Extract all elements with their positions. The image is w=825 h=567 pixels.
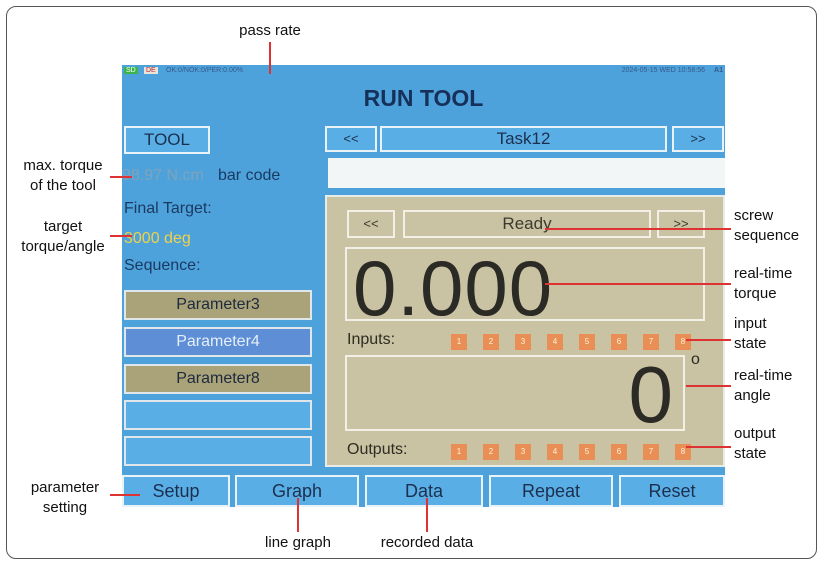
- parameter-button-5[interactable]: [124, 436, 312, 466]
- annotation-max-torque-line1: max. torque: [23, 157, 103, 174]
- task-next-button[interactable]: >>: [672, 126, 724, 152]
- annotation-param-line2: setting: [42, 499, 88, 516]
- leader-line-parameter: [110, 494, 140, 496]
- setup-button[interactable]: Setup: [122, 475, 230, 507]
- sequence-prev-button[interactable]: <<: [347, 210, 395, 238]
- output-7: 7: [643, 444, 659, 460]
- reset-button[interactable]: Reset: [619, 475, 725, 507]
- leader-line-target: [110, 235, 132, 237]
- annotation-screw-line1: screw: [734, 207, 774, 224]
- input-3: 3: [515, 334, 531, 350]
- input-6: 6: [611, 334, 627, 350]
- angle-display: 0: [345, 350, 685, 439]
- input-1: 1: [451, 334, 467, 350]
- max-torque-value: 98.97 N.cm: [122, 167, 204, 184]
- annotation-max-torque-line2: of the tool: [30, 177, 96, 194]
- annotation-input-state: input state: [734, 314, 767, 354]
- repeat-button[interactable]: Repeat: [489, 475, 613, 507]
- task-name-button[interactable]: Task12: [380, 126, 667, 152]
- angle-value: 0: [628, 350, 674, 439]
- output-5: 5: [579, 444, 595, 460]
- annotation-parameter-setting: parameter setting: [10, 478, 120, 518]
- input-8: 8: [675, 334, 691, 350]
- leader-line-input: [686, 339, 731, 341]
- annotation-output-state: output state: [734, 424, 776, 464]
- leader-line-data: [426, 498, 428, 532]
- barcode-input[interactable]: [328, 158, 725, 188]
- annotation-max-torque: max. torque of the tool: [8, 156, 118, 196]
- inputs-label: Inputs:: [347, 331, 396, 348]
- run-panel: << Ready >> 0.000 Inputs: 1 2 3 4 5 6 7 …: [325, 195, 725, 467]
- sequence-label: Sequence:: [124, 257, 201, 274]
- de-indicator: DE: [144, 67, 158, 74]
- datetime-text: 2024-05-15 WED 10:58:56: [621, 67, 705, 74]
- annotation-target: target torque/angle: [8, 217, 118, 257]
- annotation-target-line1: target: [43, 218, 83, 235]
- annotation-rt-angle-line2: angle: [734, 387, 771, 404]
- leader-line-output: [686, 446, 731, 448]
- annotation-recorded-data: recorded data: [380, 534, 474, 551]
- annotation-screw-sequence: screw sequence: [734, 206, 799, 246]
- input-2: 2: [483, 334, 499, 350]
- input-4: 4: [547, 334, 563, 350]
- annotation-output-line1: output: [734, 425, 776, 442]
- output-6: 6: [611, 444, 627, 460]
- parameter-button-2[interactable]: Parameter4: [124, 327, 312, 357]
- tool-button[interactable]: TOOL: [124, 126, 210, 154]
- annotation-pass-rate: pass rate: [239, 22, 301, 39]
- annotation-rt-torque-line1: real-time: [734, 265, 793, 282]
- annotation-screw-line2: sequence: [734, 227, 800, 244]
- annotation-rt-torque-line2: torque: [734, 285, 777, 302]
- a1-indicator: A1: [714, 67, 723, 74]
- annotation-realtime-angle: real-time angle: [734, 366, 792, 406]
- sequence-next-button[interactable]: >>: [657, 210, 705, 238]
- annotation-output-line2: state: [734, 445, 767, 462]
- leader-line-graph: [297, 498, 299, 532]
- data-button[interactable]: Data: [365, 475, 483, 507]
- annotation-param-line1: parameter: [30, 479, 100, 496]
- leader-line-screw: [545, 228, 731, 230]
- annotation-input-line2: state: [734, 335, 767, 352]
- annotation-target-line2: torque/angle: [21, 238, 105, 255]
- output-4: 4: [547, 444, 563, 460]
- annotation-input-line1: input: [734, 315, 767, 332]
- leader-line-angle: [686, 385, 731, 387]
- device-screen: SD DE OK:0/NOK:0/PER:0.00% 2024-05-15 WE…: [122, 65, 725, 507]
- parameter-button-4[interactable]: [124, 400, 312, 430]
- status-bar: SD DE OK:0/NOK:0/PER:0.00% 2024-05-15 WE…: [122, 65, 725, 79]
- leader-line-max-torque: [110, 176, 132, 178]
- annotation-rt-angle-line1: real-time: [734, 367, 793, 384]
- output-1: 1: [451, 444, 467, 460]
- sd-indicator: SD: [124, 67, 138, 74]
- pass-rate-text: OK:0/NOK:0/PER:0.00%: [166, 67, 244, 74]
- parameter-button-3[interactable]: Parameter8: [124, 364, 312, 394]
- degree-symbol: o: [691, 351, 700, 368]
- leader-line-pass-rate: [269, 42, 271, 74]
- output-3: 3: [515, 444, 531, 460]
- input-5: 5: [579, 334, 595, 350]
- output-2: 2: [483, 444, 499, 460]
- target-value: 3000 deg: [124, 230, 191, 247]
- annotation-realtime-torque: real-time torque: [734, 264, 792, 304]
- leader-line-torque: [545, 283, 731, 285]
- sequence-status: Ready: [403, 210, 651, 238]
- torque-value: 0.000: [353, 244, 554, 332]
- annotation-line-graph: line graph: [265, 534, 331, 551]
- input-7: 7: [643, 334, 659, 350]
- task-prev-button[interactable]: <<: [325, 126, 377, 152]
- page-title: RUN TOOL: [363, 85, 484, 111]
- final-target-label: Final Target:: [124, 200, 212, 217]
- parameter-button-1[interactable]: Parameter3: [124, 290, 312, 320]
- barcode-label: bar code: [218, 167, 281, 184]
- outputs-label: Outputs:: [347, 441, 408, 458]
